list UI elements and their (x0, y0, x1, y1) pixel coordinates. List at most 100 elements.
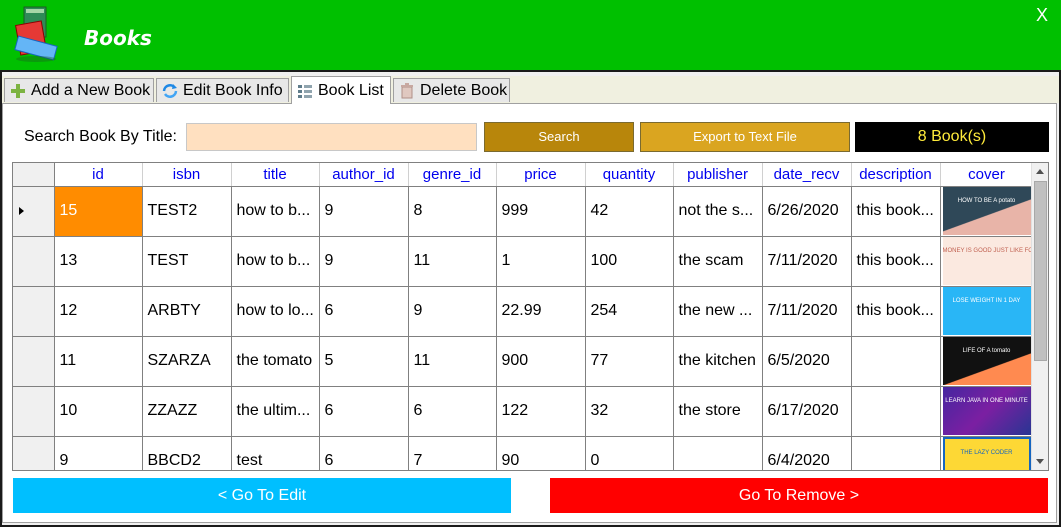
cell-title[interactable]: how to lo... (231, 286, 320, 337)
cell-date-recv[interactable]: 6/4/2020 (762, 436, 852, 470)
search-button[interactable]: Search (484, 122, 634, 152)
cell-price[interactable]: 22.99 (496, 286, 586, 337)
cell-description[interactable]: this book... (851, 286, 941, 337)
cell-id[interactable]: 9 (54, 436, 143, 470)
cell-genre-id[interactable]: 6 (408, 386, 497, 437)
table-row[interactable]: 11 SZARZA the tomato 5 11 900 77 the kit… (13, 336, 1039, 387)
cell-author-id[interactable]: 9 (319, 186, 409, 237)
cell-author-id[interactable]: 5 (319, 336, 409, 387)
column-header-title[interactable]: title (231, 163, 320, 187)
column-header-price[interactable]: price (496, 163, 586, 187)
cell-cover[interactable]: MONEY IS GOOD JUST LIKE FOOD (940, 236, 1034, 287)
cell-description[interactable] (851, 436, 941, 470)
cell-author-id[interactable]: 6 (319, 436, 409, 470)
cell-title[interactable]: how to b... (231, 236, 320, 287)
cell-price[interactable]: 122 (496, 386, 586, 437)
cell-publisher[interactable]: the store (673, 386, 763, 437)
cell-publisher[interactable]: the new ... (673, 286, 763, 337)
cell-publisher[interactable] (673, 436, 763, 470)
tab-add-book[interactable]: Add a New Book (4, 78, 154, 102)
cell-cover[interactable]: LIFE OF A tomato (940, 336, 1034, 387)
cell-price[interactable]: 1 (496, 236, 586, 287)
cell-quantity[interactable]: 100 (585, 236, 674, 287)
row-header[interactable] (13, 236, 55, 287)
cell-genre-id[interactable]: 8 (408, 186, 497, 237)
table-row[interactable]: 12 ARBTY how to lo... 6 9 22.99 254 the … (13, 286, 1039, 337)
vertical-scrollbar[interactable] (1031, 163, 1048, 470)
export-button[interactable]: Export to Text File (640, 122, 850, 152)
cell-publisher[interactable]: the kitchen (673, 336, 763, 387)
cell-date-recv[interactable]: 6/26/2020 (762, 186, 852, 237)
column-header-description[interactable]: description (851, 163, 941, 187)
cell-date-recv[interactable]: 6/17/2020 (762, 386, 852, 437)
scroll-down-arrow-icon[interactable] (1036, 459, 1044, 464)
cell-id[interactable]: 11 (54, 336, 143, 387)
cell-isbn[interactable]: ZZAZZ (142, 386, 232, 437)
cell-cover[interactable]: LEARN JAVA IN ONE MINUTE (940, 386, 1034, 437)
table-row[interactable]: 9 BBCD2 test 6 7 90 0 6/4/2020 THE LAZY … (13, 436, 1039, 470)
column-header-publisher[interactable]: publisher (673, 163, 763, 187)
scroll-up-arrow-icon[interactable] (1036, 169, 1044, 174)
cell-title[interactable]: the ultim... (231, 386, 320, 437)
go-to-edit-button[interactable]: < Go To Edit (13, 478, 511, 513)
row-header[interactable] (13, 286, 55, 337)
cell-price[interactable]: 900 (496, 336, 586, 387)
cell-description[interactable]: this book... (851, 186, 941, 237)
cell-cover[interactable]: THE LAZY CODER (940, 436, 1034, 470)
cell-description[interactable] (851, 336, 941, 387)
cell-date-recv[interactable]: 6/5/2020 (762, 336, 852, 387)
cell-title[interactable]: how to b... (231, 186, 320, 237)
cell-title[interactable]: the tomato (231, 336, 320, 387)
cell-quantity[interactable]: 77 (585, 336, 674, 387)
cell-publisher[interactable]: the scam (673, 236, 763, 287)
cell-isbn[interactable]: TEST2 (142, 186, 232, 237)
row-header[interactable] (13, 436, 55, 470)
cell-quantity[interactable]: 42 (585, 186, 674, 237)
scroll-thumb[interactable] (1034, 181, 1047, 361)
cell-genre-id[interactable]: 7 (408, 436, 497, 470)
column-header-quantity[interactable]: quantity (585, 163, 674, 187)
tab-book-list[interactable]: Book List (291, 76, 391, 104)
cell-author-id[interactable]: 9 (319, 236, 409, 287)
cell-id[interactable]: 10 (54, 386, 143, 437)
cell-price[interactable]: 90 (496, 436, 586, 470)
cell-date-recv[interactable]: 7/11/2020 (762, 286, 852, 337)
cell-id[interactable]: 12 (54, 286, 143, 337)
cell-id[interactable]: 15 (54, 186, 143, 237)
cell-cover[interactable]: LOSE WEIGHT IN 1 DAY (940, 286, 1034, 337)
cell-cover[interactable]: HOW TO BE A potato (940, 186, 1034, 237)
row-header[interactable] (13, 386, 55, 437)
search-input[interactable] (186, 123, 477, 151)
cell-isbn[interactable]: ARBTY (142, 286, 232, 337)
tab-delete-book[interactable]: Delete Book (393, 78, 510, 102)
table-row[interactable]: 15 TEST2 how to b... 9 8 999 42 not the … (13, 186, 1039, 237)
close-button[interactable]: X (1031, 4, 1053, 26)
cell-isbn[interactable]: SZARZA (142, 336, 232, 387)
cell-date-recv[interactable]: 7/11/2020 (762, 236, 852, 287)
cell-genre-id[interactable]: 11 (408, 336, 497, 387)
column-header-genre-id[interactable]: genre_id (408, 163, 497, 187)
cell-quantity[interactable]: 254 (585, 286, 674, 337)
cell-genre-id[interactable]: 11 (408, 236, 497, 287)
cell-isbn[interactable]: TEST (142, 236, 232, 287)
column-header-cover[interactable]: cover (940, 163, 1034, 187)
cell-price[interactable]: 999 (496, 186, 586, 237)
tab-edit-book[interactable]: Edit Book Info (156, 78, 289, 102)
cell-author-id[interactable]: 6 (319, 386, 409, 437)
cell-author-id[interactable]: 6 (319, 286, 409, 337)
go-to-remove-button[interactable]: Go To Remove > (550, 478, 1048, 513)
cell-description[interactable] (851, 386, 941, 437)
table-row[interactable]: 10 ZZAZZ the ultim... 6 6 122 32 the sto… (13, 386, 1039, 437)
cell-quantity[interactable]: 0 (585, 436, 674, 470)
cell-quantity[interactable]: 32 (585, 386, 674, 437)
cell-isbn[interactable]: BBCD2 (142, 436, 232, 470)
cell-title[interactable]: test (231, 436, 320, 470)
column-header-author-id[interactable]: author_id (319, 163, 409, 187)
cell-description[interactable]: this book... (851, 236, 941, 287)
cell-id[interactable]: 13 (54, 236, 143, 287)
column-header-id[interactable]: id (54, 163, 143, 187)
cell-genre-id[interactable]: 9 (408, 286, 497, 337)
row-header[interactable] (13, 186, 55, 237)
column-header-isbn[interactable]: isbn (142, 163, 232, 187)
cell-publisher[interactable]: not the s... (673, 186, 763, 237)
